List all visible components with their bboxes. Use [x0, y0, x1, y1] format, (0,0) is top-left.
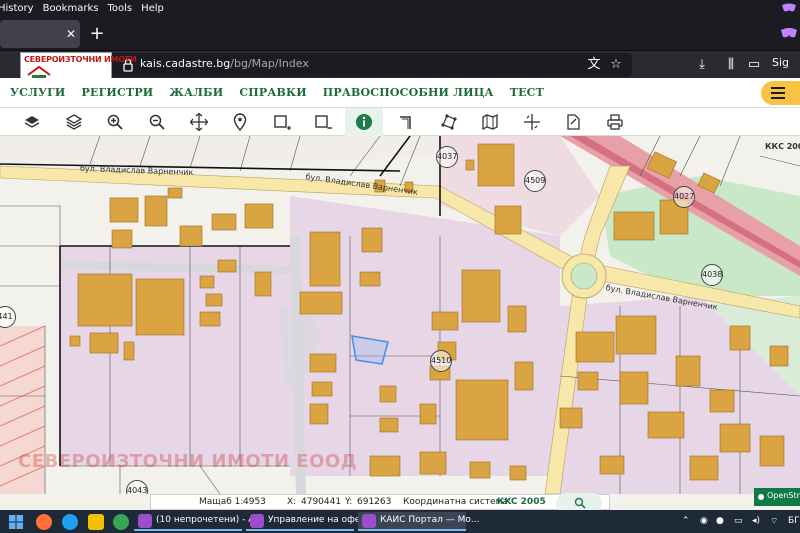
translate-icon[interactable]: 文 [585, 56, 603, 74]
osm-label: OpenStre [767, 491, 800, 500]
keyboard-language[interactable]: БГ [788, 516, 800, 526]
cadastral-map[interactable]: 4037 4509 4027 4038 4510 4043 441 бул. В… [0, 136, 800, 494]
site-header: УСЛУГИ РЕГИСТРИ ЖАЛБИ СПРАВКИ ПРАВОСПОСО… [0, 78, 800, 108]
windows-start-icon[interactable] [8, 514, 24, 530]
logo-title: СЕВЕРОИЗТОЧНИ ИМОТИ [24, 55, 137, 64]
taskbar-item-mail[interactable]: (10 непрочетени) - А... [134, 512, 263, 531]
main-navigation: УСЛУГИ РЕГИСТРИ ЖАЛБИ СПРАВКИ ПРАВОСПОСО… [10, 86, 560, 99]
tab-strip: ✕ + [0, 16, 800, 50]
scale-label: Мащаб 1: [199, 497, 244, 507]
sign-in-button[interactable]: Sig [772, 56, 789, 69]
nav-complaints[interactable]: ЖАЛБИ [169, 86, 223, 99]
y-value: 691263 [357, 497, 392, 507]
map-toolbar [0, 108, 800, 136]
nav-references[interactable]: СПРАВКИ [239, 86, 306, 99]
nav-registers[interactable]: РЕГИСТРИ [82, 86, 154, 99]
nav-services[interactable]: УСЛУГИ [10, 86, 66, 99]
measure-distance-icon[interactable] [395, 110, 419, 134]
wifi-icon[interactable]: ⌔ [770, 516, 778, 527]
osm-dot-icon [758, 494, 764, 500]
menu-tools[interactable]: Tools [107, 3, 132, 14]
os-taskbar: (10 непрочетени) - А... Управление на оф… [0, 510, 800, 533]
parcel-id[interactable]: 4509 [524, 170, 546, 192]
library-icon[interactable]: ⫼ [722, 56, 740, 74]
volume-icon[interactable]: ◂) [752, 516, 760, 526]
nav-licensed-persons[interactable]: ПРАВОСПОСОБНИ ЛИЦА [323, 86, 494, 99]
select-remove-icon[interactable] [311, 110, 335, 134]
network-icon[interactable]: ▭ [734, 516, 743, 526]
zoom-out-icon[interactable] [145, 110, 169, 134]
tray-app-icon[interactable]: ◉ [700, 516, 708, 526]
pan-icon[interactable] [187, 110, 211, 134]
url-text[interactable]: kais.cadastre.bg/bg/Map/Index [140, 57, 309, 70]
document-icon[interactable] [561, 110, 585, 134]
location-icon[interactable] [228, 110, 252, 134]
openstreetmap-badge[interactable]: OpenStre [754, 488, 800, 506]
hamburger-menu-button[interactable] [761, 81, 800, 105]
downloads-icon[interactable]: ⤓ [693, 56, 711, 74]
search-icon [574, 497, 586, 509]
crs-label: Координатна система: [403, 497, 511, 507]
sidebar-icon[interactable]: ▭ [745, 56, 763, 74]
tray-app-icon[interactable]: ● [716, 516, 724, 526]
x-label: X: [287, 497, 297, 507]
taskbar-item-kais[interactable]: КАИС Портал — Мо... [358, 512, 480, 531]
file-explorer-icon[interactable] [88, 514, 104, 530]
bookmark-star-icon[interactable]: ☆ [607, 56, 625, 74]
parcel-id[interactable]: 4027 [673, 186, 695, 208]
crs-overlay-label: ККС 2005 [765, 142, 800, 151]
select-add-icon[interactable] [270, 110, 294, 134]
stack-icon[interactable] [62, 110, 86, 134]
close-icon[interactable]: ✕ [63, 26, 79, 42]
private-mask-icon [138, 514, 152, 528]
chrome-icon[interactable] [113, 514, 129, 530]
y-label: Y: [345, 497, 353, 507]
menu-history[interactable]: History [0, 3, 34, 14]
layers-icon[interactable] [20, 110, 44, 134]
parcel-id[interactable]: 4038 [701, 264, 723, 286]
private-mask-icon [781, 28, 797, 38]
tray-up-arrow-icon[interactable]: ⌃ [682, 516, 690, 526]
measure-area-icon[interactable] [437, 110, 461, 134]
info-icon[interactable] [345, 108, 383, 136]
map-icon[interactable] [478, 110, 502, 134]
print-icon[interactable] [603, 110, 627, 134]
private-mask-icon [362, 514, 376, 528]
x-value: 4790441 [301, 497, 342, 507]
firefox-icon[interactable] [36, 514, 52, 530]
nav-test[interactable]: ТЕСТ [510, 86, 544, 99]
new-tab-icon[interactable]: + [87, 24, 107, 44]
zoom-in-icon[interactable] [103, 110, 127, 134]
menu-help[interactable]: Help [141, 3, 164, 14]
crs-value[interactable]: КKC 2005 [497, 497, 546, 507]
agency-watermark: СЕВЕРОИЗТОЧНИ ИМОТИ ЕООД [18, 451, 358, 472]
menu-bar: History Bookmarks Tools Help [0, 0, 800, 16]
private-mask-icon [250, 514, 264, 528]
edge-icon[interactable] [62, 514, 78, 530]
scale-value[interactable]: 4953 [243, 497, 266, 507]
parcel-id[interactable]: 4037 [436, 146, 458, 168]
private-mask-icon [776, 0, 800, 16]
parcel-id[interactable]: 4510 [430, 350, 452, 372]
taskbar-item-offers[interactable]: Управление на офер... [246, 512, 375, 531]
cross-section-icon[interactable] [520, 110, 544, 134]
menu-bookmarks[interactable]: Bookmarks [43, 3, 99, 14]
map-status-bar: Мащаб 1: 4953 X: 4790441 Y: 691263 Коорд… [150, 493, 610, 513]
hamburger-icon [771, 87, 785, 99]
